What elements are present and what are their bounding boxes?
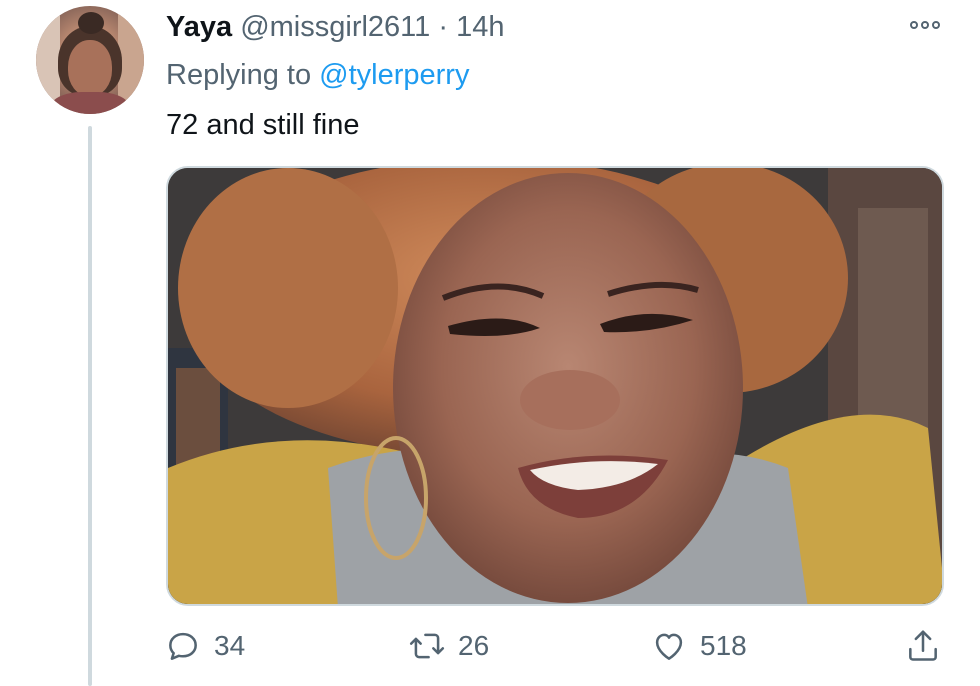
like-count: 518 bbox=[700, 630, 747, 661]
tweet-text: 72 and still fine bbox=[166, 109, 360, 141]
retweet-icon bbox=[409, 633, 445, 659]
more-dot bbox=[910, 21, 918, 29]
share-button[interactable] bbox=[904, 626, 942, 666]
more-dot bbox=[932, 21, 940, 29]
avatar-shoulders bbox=[50, 92, 130, 114]
reply-icon bbox=[169, 632, 197, 660]
avatar-hair-bun bbox=[78, 12, 104, 34]
tweet-actions: 34 26 518 bbox=[164, 626, 954, 666]
reply-button[interactable]: 34 bbox=[164, 626, 245, 666]
tweet-timestamp[interactable]: 14h bbox=[456, 11, 504, 43]
author-name[interactable]: Yaya bbox=[166, 11, 232, 43]
retweet-button[interactable]: 26 bbox=[408, 626, 489, 666]
tweet-header: Yaya @missgirl2611 · 14h bbox=[166, 8, 504, 46]
more-dot bbox=[921, 21, 929, 29]
replying-to-line: Replying to @tylerperry bbox=[166, 56, 469, 94]
avatar-face bbox=[68, 40, 112, 96]
tweet-photo[interactable] bbox=[166, 166, 944, 606]
like-button[interactable]: 518 bbox=[650, 626, 747, 666]
author-handle[interactable]: @missgirl2611 bbox=[240, 11, 430, 43]
header-separator: · bbox=[438, 11, 449, 43]
thread-connector-line bbox=[88, 126, 92, 686]
retweet-count: 26 bbox=[458, 630, 490, 661]
reply-count: 34 bbox=[214, 630, 246, 661]
more-icon[interactable] bbox=[906, 16, 944, 34]
replying-to-prefix: Replying to bbox=[166, 59, 312, 91]
selfie-photo-illustration bbox=[168, 168, 942, 604]
replying-to-mention[interactable]: @tylerperry bbox=[319, 59, 469, 91]
share-icon bbox=[909, 630, 937, 661]
like-icon bbox=[655, 633, 683, 660]
author-avatar[interactable] bbox=[36, 6, 144, 114]
